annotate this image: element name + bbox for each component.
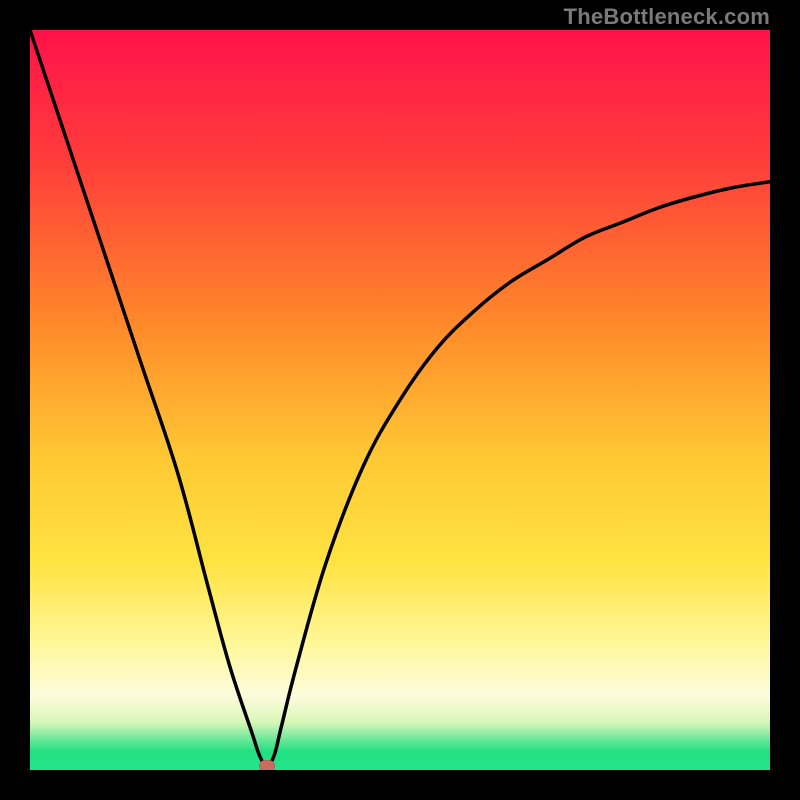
curve-layer: [30, 30, 770, 770]
chart-frame: TheBottleneck.com: [0, 0, 800, 800]
bottleneck-curve: [30, 30, 770, 766]
plot-area: [30, 30, 770, 770]
watermark-text: TheBottleneck.com: [564, 4, 770, 30]
optimal-point-marker: [259, 760, 275, 770]
